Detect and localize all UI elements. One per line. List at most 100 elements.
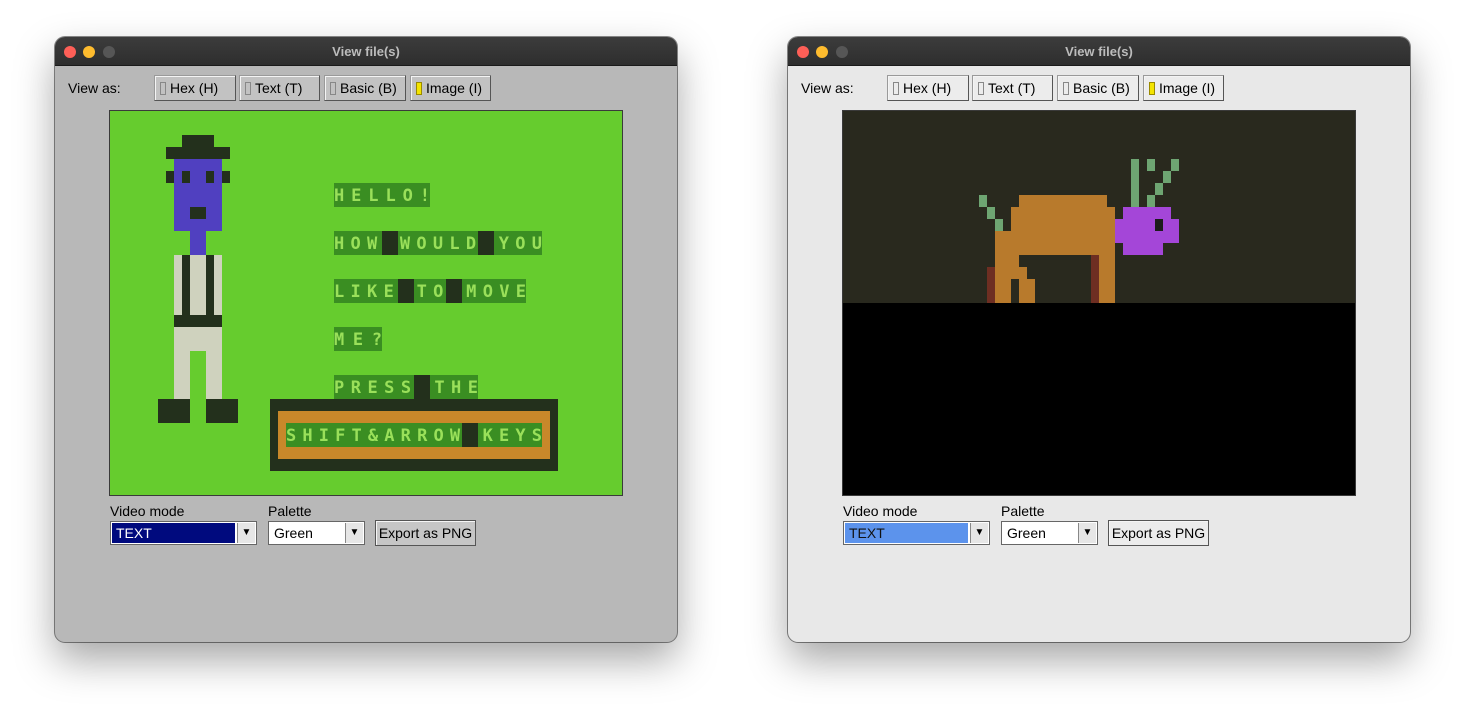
head-top xyxy=(1123,207,1171,219)
antler xyxy=(1155,183,1163,195)
tab-image[interactable]: Image (I) xyxy=(410,75,491,101)
export-png-button[interactable]: Export as PNG xyxy=(375,520,476,546)
palette-select[interactable]: Green ▼ xyxy=(1001,521,1098,545)
leg-left xyxy=(174,351,190,399)
suspender-left xyxy=(182,255,190,315)
chevron-down-icon[interactable]: ▼ xyxy=(970,523,988,543)
tab-indicator xyxy=(416,82,422,95)
video-mode-select[interactable]: TEXT ▼ xyxy=(110,521,257,545)
screen-text: PRESS THE xyxy=(334,378,478,398)
hat-brim xyxy=(166,147,230,159)
palette-value: Green xyxy=(270,523,343,543)
tab-indicator xyxy=(160,82,166,95)
hat-top xyxy=(182,135,214,147)
antler xyxy=(1131,171,1139,183)
retro-text-screen: HELLO! HOW WOULD YOU LIKE TO MOVE ME? PRESS … xyxy=(110,111,622,495)
screen-text-line: PRESS THE xyxy=(334,375,478,399)
tab-indicator xyxy=(245,82,251,95)
antler xyxy=(1131,183,1139,207)
tab-label: Text (T) xyxy=(988,80,1036,96)
head xyxy=(174,159,222,231)
belt xyxy=(174,315,222,327)
tab-label: Text (T) xyxy=(255,80,303,96)
front-leg-shadow xyxy=(1091,255,1099,303)
video-mode-value: TEXT xyxy=(845,523,968,543)
tail-tip xyxy=(995,219,1003,231)
eye xyxy=(1155,219,1163,231)
antler xyxy=(1147,195,1155,207)
eye-left xyxy=(182,171,190,183)
screen-text-line: LIKE TO MOVE xyxy=(334,279,526,303)
chevron-down-icon[interactable]: ▼ xyxy=(1078,523,1096,543)
tab-label: Image (I) xyxy=(1159,80,1216,96)
back-leg-shadow xyxy=(987,267,995,303)
screen-text-line: HOW WOULD YOU xyxy=(334,231,542,255)
retro-graphics-screen xyxy=(843,111,1355,495)
tail-antler xyxy=(979,195,987,207)
palette-label: Palette xyxy=(1001,503,1045,519)
tab-image[interactable]: Image (I) xyxy=(1143,75,1224,101)
tab-text[interactable]: Text (T) xyxy=(239,75,320,101)
back-leg-inner xyxy=(1011,255,1019,267)
tab-hex[interactable]: Hex (H) xyxy=(154,75,236,101)
title-bar: View file(s) xyxy=(788,37,1410,66)
view-files-window-1: View file(s) View as: Hex (H) Text (T) B… xyxy=(55,37,677,642)
image-preview-screen: HELLO! HOW WOULD YOU LIKE TO MOVE ME? PRESS … xyxy=(109,110,623,496)
eye-right xyxy=(206,171,214,183)
screen-text-line: SHIFT&ARROW KEYS xyxy=(286,423,542,447)
video-mode-select[interactable]: TEXT ▼ xyxy=(843,521,990,545)
window-title: View file(s) xyxy=(1065,44,1133,59)
back-hoof xyxy=(1019,279,1035,303)
shoe-right xyxy=(206,399,238,423)
window-title: View file(s) xyxy=(332,44,400,59)
body-lower xyxy=(995,231,1115,255)
antler xyxy=(1147,159,1155,171)
tab-basic[interactable]: Basic (B) xyxy=(1057,75,1139,101)
tab-label: Image (I) xyxy=(426,80,483,96)
leg-right xyxy=(206,351,222,399)
antler xyxy=(1131,159,1139,171)
tab-indicator xyxy=(978,82,984,95)
antler xyxy=(1171,159,1179,171)
tab-hex[interactable]: Hex (H) xyxy=(887,75,969,101)
tab-label: Hex (H) xyxy=(903,80,952,96)
ear-right xyxy=(222,171,230,183)
head-bottom xyxy=(1123,243,1163,255)
front-leg xyxy=(1099,255,1115,303)
title-bar: View file(s) xyxy=(55,37,677,66)
shoe-left xyxy=(158,399,190,423)
ear-left xyxy=(166,171,174,183)
video-mode-label: Video mode xyxy=(843,503,918,519)
tab-label: Basic (B) xyxy=(1073,80,1130,96)
back-leg-knee xyxy=(1011,267,1027,279)
palette-label: Palette xyxy=(268,503,312,519)
neck xyxy=(190,231,206,255)
view-as-label: View as: xyxy=(801,80,854,96)
palette-value: Green xyxy=(1003,523,1076,543)
screen-text-line: HELLO! xyxy=(334,183,430,207)
tab-label: Hex (H) xyxy=(170,80,219,96)
tab-indicator xyxy=(330,82,336,95)
suspender-right xyxy=(206,255,214,315)
pants-top xyxy=(174,327,222,351)
text-area-background xyxy=(843,303,1355,495)
body-upper xyxy=(1011,207,1115,231)
head-middle xyxy=(1115,219,1179,243)
view-files-window-2: View file(s) View as: Hex (H) Text (T) B… xyxy=(788,37,1410,642)
tab-text[interactable]: Text (T) xyxy=(972,75,1053,101)
back-leg xyxy=(995,255,1011,303)
chevron-down-icon[interactable]: ▼ xyxy=(345,523,363,543)
screen-text-line: ME? xyxy=(334,327,382,351)
tab-indicator xyxy=(1149,82,1155,95)
video-mode-value: TEXT xyxy=(112,523,235,543)
screen-text: ME? xyxy=(334,330,382,350)
tail-antler xyxy=(987,207,995,219)
chevron-down-icon[interactable]: ▼ xyxy=(237,523,255,543)
body-top xyxy=(1019,195,1107,207)
export-png-button[interactable]: Export as PNG xyxy=(1108,520,1209,546)
image-preview-screen xyxy=(842,110,1356,496)
tab-basic[interactable]: Basic (B) xyxy=(324,75,406,101)
video-mode-label: Video mode xyxy=(110,503,185,519)
palette-select[interactable]: Green ▼ xyxy=(268,521,365,545)
antler xyxy=(1163,171,1171,183)
